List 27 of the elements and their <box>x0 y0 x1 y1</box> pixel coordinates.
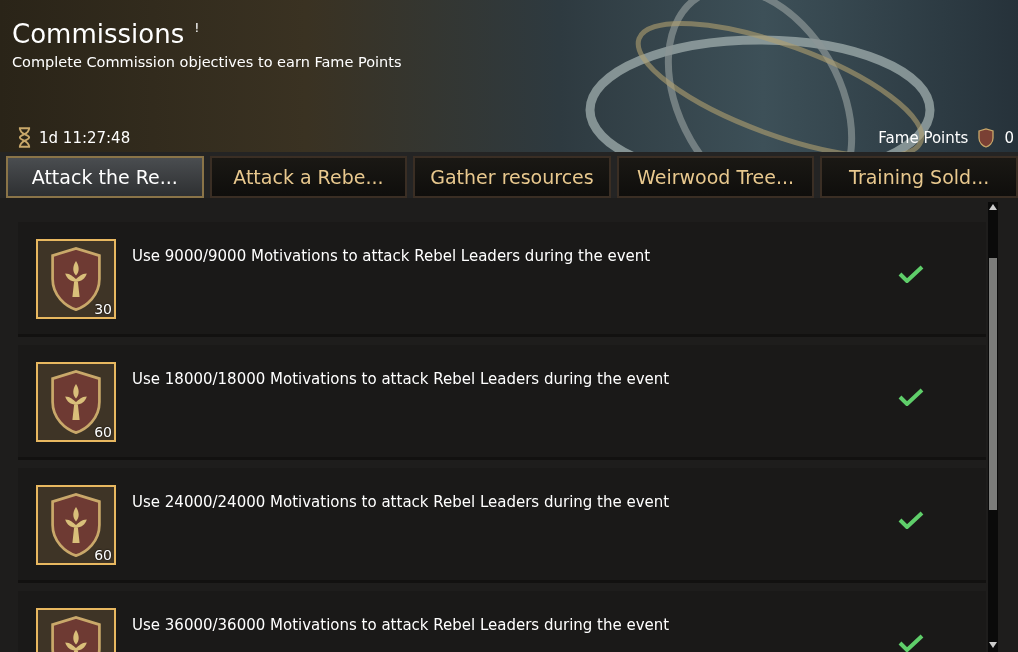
shield-icon <box>978 127 995 148</box>
reward-item[interactable]: 30 <box>36 239 116 319</box>
reward-item[interactable]: 60 <box>36 485 116 565</box>
reward-count: 60 <box>94 547 112 563</box>
fame-points-label: Fame Points <box>878 128 969 147</box>
page-subtitle: Complete Commission objectives to earn Fame Points <box>12 54 403 70</box>
countdown-timer: 1d 11:27:48 <box>39 128 131 147</box>
category-tab[interactable]: Attack a Rebe... <box>209 156 408 198</box>
reward-count: 30 <box>94 301 112 317</box>
page-title: Commissions <box>12 18 185 50</box>
scroll-down-icon[interactable] <box>989 642 997 648</box>
reward-item[interactable]: 60 <box>36 362 116 442</box>
hourglass-icon <box>18 127 31 148</box>
scroll-up-icon[interactable] <box>989 204 997 210</box>
objective-text: Use 18000/18000 Motivations to attack Rebel Leaders during the event <box>132 370 671 388</box>
scrollbar[interactable] <box>988 202 998 652</box>
info-mark[interactable]: ! <box>194 20 200 35</box>
category-tab[interactable]: Weirwood Tree... <box>616 156 815 198</box>
scrollbar-thumb[interactable] <box>989 258 997 510</box>
objective-text: Use 24000/24000 Motivations to attack Rebel Leaders during the event <box>132 493 671 511</box>
category-tab[interactable]: Training Sold... <box>820 156 1018 198</box>
category-tab[interactable]: Gather resources <box>413 156 611 198</box>
fame-points-value: 0 <box>1004 128 1014 147</box>
objective-text: Use 9000/9000 Motivations to attack Rebel Leaders during the event <box>132 247 652 265</box>
reward-count: 60 <box>94 424 112 440</box>
objective-text: Use 36000/36000 Motivations to attack Rebel Leaders during the event <box>132 616 671 634</box>
category-tab[interactable]: Attack the Re... <box>6 156 204 198</box>
